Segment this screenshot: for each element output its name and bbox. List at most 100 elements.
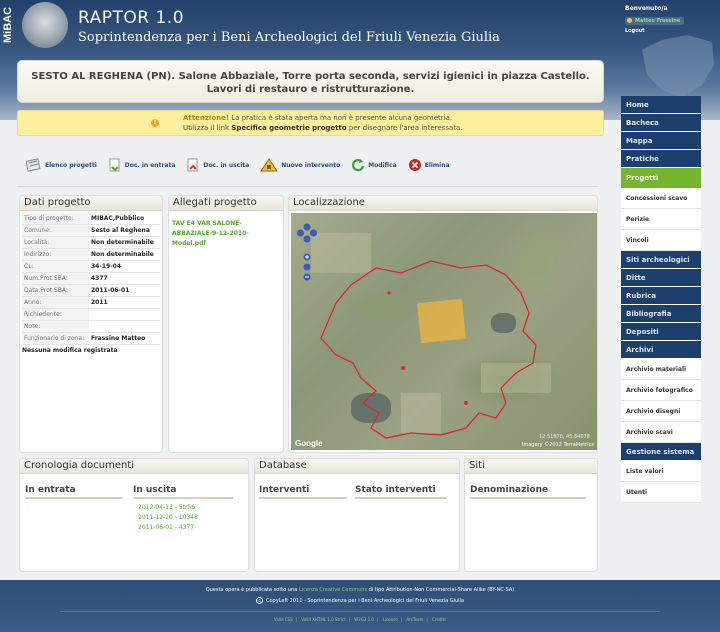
database-title: Database [255, 459, 459, 474]
nav-item-liste-valori[interactable]: Liste valori [621, 461, 701, 482]
dati-row: Tipo di progetto: MIBAC,Pubblico [22, 213, 160, 225]
map-nav-controls[interactable] [297, 223, 317, 295]
toolbar: Elenco progetti Doc. in entrata Doc. in … [26, 155, 461, 175]
dati-value: Non determinabile [89, 236, 160, 249]
nav-item-perizie[interactable]: Perizie [621, 209, 701, 230]
doc-uscita-label: Doc. in uscita [203, 161, 250, 169]
doc-in-icon [109, 158, 120, 172]
dati-row: Indirizzo: Non determinabile [22, 248, 160, 261]
database-panel: Database Interventi Stato interventi [254, 458, 460, 572]
nav-item-depositi[interactable]: Depositi [621, 323, 701, 341]
elimina-button[interactable]: Elimina [408, 158, 450, 172]
dati-key: Tipo di progetto: [22, 213, 89, 225]
dati-value: Sesto al Reghena [89, 224, 160, 237]
dati-value: MIBAC,Pubblico [89, 213, 160, 225]
elenco-label: Elenco progetti [45, 161, 97, 169]
dati-row: Richiedente: [22, 308, 160, 321]
warning-banner: ! Attenzione! La pratica è stata aperta … [17, 110, 604, 136]
footer-link[interactable]: Credits [432, 617, 446, 622]
nav-item-gestione-sistema[interactable]: Gestione sistema [621, 443, 701, 461]
footer-link[interactable]: License [383, 617, 398, 622]
warning-icon: ! [151, 119, 159, 127]
dati-value: 2011 [89, 296, 160, 309]
doc-uscita-button[interactable]: Doc. in uscita [186, 158, 249, 172]
region-map-icon [642, 35, 714, 98]
uscita-item[interactable]: 2011-06-01 - 4377 [138, 523, 198, 533]
dati-row: Anno: 2011 [22, 296, 160, 309]
siti-panel: Siti Denominazione [464, 458, 598, 572]
nav-item-utenti[interactable]: Utenti [621, 482, 701, 503]
nav-item-pratiche[interactable]: Pratiche [621, 150, 701, 168]
satellite-map[interactable]: Google 12.51870, 45.84078 Imagery ©2012 … [291, 213, 597, 450]
app-title: RAPTOR 1.0 [78, 8, 185, 28]
map-coordinates: 12.51870, 45.84078 [539, 434, 590, 440]
footer-link[interactable]: W3G3 1.0 [354, 617, 374, 622]
dati-value: 4377 [89, 272, 160, 285]
footer-link[interactable]: Valid XHTML 1.0 Strict [301, 617, 345, 622]
nav-item-bibliografia[interactable]: Bibliografia [621, 305, 701, 323]
page-title: SESTO AL REGHENA (PN). Salone Abbaziale,… [31, 71, 590, 95]
modifica-label: Modifica [368, 161, 397, 169]
warning-pre: Utilizza il link [183, 124, 230, 132]
welcome-text: Benvenuto/a [625, 5, 668, 12]
cronologia-title: Cronologia documenti [20, 459, 248, 474]
dati-row: Note: [22, 320, 160, 333]
license-post: di tipo Attribution-Non Commercial-Share… [368, 587, 515, 593]
footer-link[interactable]: Valid CSS [274, 617, 293, 622]
nav-item-archivio-fotografico[interactable]: Archivio fotografico [621, 380, 701, 401]
dati-value: 34-19-04 [89, 260, 160, 273]
toolbar-divider [17, 186, 597, 187]
license-line: Questa opera è pubblicata sotto una Lice… [0, 587, 720, 593]
dati-key: Note: [22, 320, 89, 333]
dati-key: CL: [22, 260, 89, 273]
google-logo: Google [295, 439, 323, 448]
nav-item-bacheca[interactable]: Bacheca [621, 114, 701, 132]
warning-line-2: Utilizza il link Specifica geometrie pro… [183, 124, 463, 132]
dati-value [89, 320, 160, 333]
map-attribution: Imagery ©2012 TerraMetrics [521, 442, 594, 448]
warning-line-1: Attenzione! La pratica è stata aperta ma… [183, 114, 452, 122]
nav-item-concessioni-scavo[interactable]: Concessioni scavo [621, 188, 701, 209]
copyleft-text: CopyLeft 2011 - Soprintendenza per i Ben… [265, 598, 464, 604]
nav-item-rubrica[interactable]: Rubrica [621, 287, 701, 305]
user-name-link[interactable]: Matteo Frassine [625, 17, 685, 25]
nav-item-siti-archeologici[interactable]: Siti archeologici [621, 251, 701, 269]
license-link[interactable]: Licenza Creative Commons [299, 587, 367, 593]
dati-key: Indirizzo: [22, 248, 89, 261]
dati-row: Funzionario di zona: Frassine Matteo [22, 332, 160, 345]
dati-key: Comune: [22, 224, 89, 237]
specify-geometry-link[interactable]: Specifica geometrie progetto [231, 124, 346, 132]
doc-entrata-button[interactable]: Doc. in entrata [108, 158, 175, 172]
license-pre: Questa opera è pubblicata sotto una [205, 587, 298, 593]
uscita-item[interactable]: 2012-04-13 - 5tr56 [138, 503, 198, 513]
uscita-item[interactable]: 2011-12-20 - 10348 [138, 513, 198, 523]
dati-row: Comune: Sesto al Reghena [22, 224, 160, 237]
attachment-link[interactable]: TAV E4 VAR SALONE-ABBAZIALE-9-12-2010-Mo… [172, 219, 280, 249]
elenco-progetti-button[interactable]: Elenco progetti [26, 158, 97, 172]
nav-item-mappa[interactable]: Mappa [621, 132, 701, 150]
nav-item-archivio-disegni[interactable]: Archivio disegni [621, 401, 701, 422]
nav-item-archivio-materiali[interactable]: Archivio materiali [621, 359, 701, 380]
doc-out-icon [187, 158, 198, 172]
dati-progetto-panel: Dati progetto Tipo di progetto: MIBAC,Pub… [19, 195, 163, 453]
nav-item-ditte[interactable]: Ditte [621, 269, 701, 287]
nav-item-vincoli[interactable]: Vincoli [621, 230, 701, 251]
warning-post: per disegnare l'area interessata. [348, 124, 463, 132]
nav-item-archivio-scavi[interactable]: Archivio scavi [621, 422, 701, 443]
nuovo-intervento-button[interactable]: Nuovo intervento [260, 158, 340, 172]
nav-item-progetti[interactable]: Progetti [621, 168, 701, 188]
allegati-title: Allegati progetto [169, 196, 283, 211]
nav-item-archivi[interactable]: Archivi [621, 341, 701, 359]
in-entrata-header: In entrata [25, 485, 123, 499]
nav-item-home[interactable]: Home [621, 96, 701, 114]
footer-divider [60, 611, 660, 612]
localizzazione-panel: Localizzazione Google 12.51870, 45.84078… [288, 195, 598, 453]
dati-key: Data.Prot.SBA: [22, 284, 89, 297]
footer-link[interactable]: ArcTeam [406, 617, 423, 622]
dati-row: Num.Prot.SBA: 4377 [22, 272, 160, 285]
dati-value: Non determinabile [89, 248, 160, 261]
dati-title: Dati progetto [20, 196, 162, 211]
excavation-icon [260, 158, 279, 172]
localizzazione-title: Localizzazione [289, 196, 597, 211]
modifica-button[interactable]: Modifica [351, 158, 397, 172]
